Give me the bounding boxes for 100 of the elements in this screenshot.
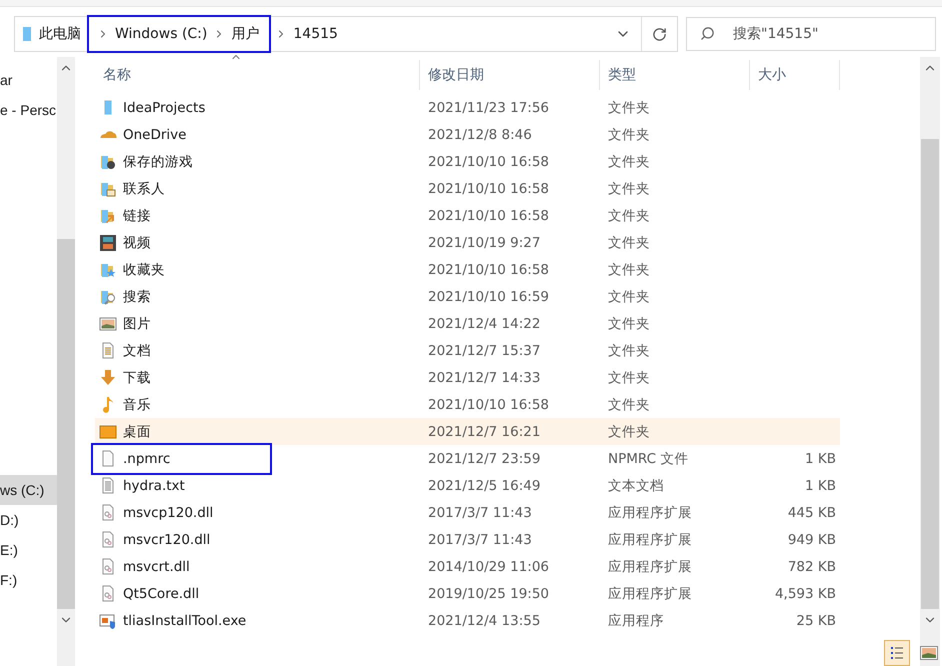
desktop-icon <box>99 422 117 440</box>
date-cell-text: 2021/10/10 16:58 <box>427 208 550 224</box>
folder-icon <box>104 100 112 115</box>
scrollbar[interactable] <box>920 57 940 666</box>
nav-item[interactable]: D:) <box>0 505 57 535</box>
type-cell-text: 文件夹 <box>607 396 651 414</box>
breadcrumb-item[interactable]: 用户 <box>229 25 262 43</box>
search-field[interactable]: 搜索"14515" <box>686 17 936 51</box>
file-row[interactable]: 文档 2021/12/7 15:37 文件夹 <box>95 337 840 364</box>
file-row[interactable]: 图片 2021/12/4 14:22 文件夹 <box>95 310 840 337</box>
file-row[interactable]: .npmrc 2021/12/7 23:59 NPMRC 文件 1 KB <box>95 445 840 472</box>
size-cell-text: 4,593 KB <box>774 586 837 602</box>
type-cell-text: 文件夹 <box>607 314 651 332</box>
downloads-icon <box>99 368 117 386</box>
type-cell-text: 文件夹 <box>607 234 651 252</box>
type-cell-text: 应用程序扩展 <box>607 558 693 576</box>
file-row[interactable]: 音乐 2021/10/10 16:58 文件夹 <box>95 391 840 418</box>
date-cell-text: 2021/12/4 13:55 <box>427 612 542 628</box>
file-row[interactable]: Qt5Core.dll 2019/10/25 19:50 应用程序扩展 4,593 KB <box>95 580 840 607</box>
type-cell-text: 文件夹 <box>607 422 651 440</box>
date-cell-text: 2017/3/7 11:43 <box>427 504 533 520</box>
file-name: tliasInstallTool.exe <box>123 612 246 628</box>
nav-item[interactable]: F:) <box>0 565 57 595</box>
breadcrumb-item[interactable]: 14515 <box>291 26 340 42</box>
column-header[interactable]: 修改日期 <box>420 60 600 90</box>
column-header[interactable]: 名称 <box>95 60 420 90</box>
date-cell-text: 2021/10/10 16:58 <box>427 262 550 278</box>
file-name: msvcp120.dll <box>123 504 214 520</box>
file-row[interactable]: 联系人 2021/10/10 16:58 文件夹 <box>95 175 840 202</box>
date-cell-text: 2021/10/10 16:59 <box>427 288 550 304</box>
file-row[interactable]: 桌面 2021/12/7 16:21 文件夹 <box>95 418 840 445</box>
type-cell-text: 文件夹 <box>607 126 651 144</box>
file-name: Qt5Core.dll <box>123 586 200 602</box>
nav-item[interactable]: ar <box>0 65 57 95</box>
file-name: IdeaProjects <box>123 100 206 116</box>
file-name: 文档 <box>123 342 151 360</box>
date-cell-text: 2021/10/10 16:58 <box>427 180 550 196</box>
details-view-button[interactable] <box>884 640 910 666</box>
date-cell-text: 2021/12/7 14:33 <box>427 370 542 386</box>
date-cell-text: 2021/11/23 17:56 <box>427 100 550 116</box>
file-name: 保存的游戏 <box>123 152 193 170</box>
type-cell-text: 文件夹 <box>607 206 651 224</box>
file-name: 搜索 <box>123 288 151 306</box>
breadcrumb-item[interactable]: 此电脑 <box>37 25 83 43</box>
folder-icon <box>21 26 33 42</box>
list-icon <box>889 645 905 661</box>
date-cell-text: 2017/3/7 11:43 <box>427 532 533 548</box>
file-name: OneDrive <box>123 126 186 142</box>
address-bar[interactable]: 此电脑 Windows (C:) 用户 14515 <box>14 16 678 52</box>
file-name: msvcrt.dll <box>123 558 190 574</box>
type-cell-text: 文件夹 <box>607 180 651 198</box>
file-row[interactable]: 保存的游戏 2021/10/10 16:58 文件夹 <box>95 148 840 175</box>
file-row[interactable]: tliasInstallTool.exe 2021/12/4 13:55 应用程序 25 KB <box>95 607 840 634</box>
date-cell-text: 2019/10/25 19:50 <box>427 586 550 602</box>
file-name: 收藏夹 <box>123 260 165 278</box>
breadcrumb-item[interactable]: Windows (C:) <box>113 26 210 42</box>
file-row[interactable]: IdeaProjects 2021/11/23 17:56 文件夹 <box>95 94 840 121</box>
file-row[interactable]: 下载 2021/12/7 14:33 文件夹 <box>95 364 840 391</box>
type-cell-text: 文件夹 <box>607 260 651 278</box>
date-cell-text: 2021/12/8 8:46 <box>427 126 533 142</box>
file-row[interactable]: 链接 2021/10/10 16:58 文件夹 <box>95 202 840 229</box>
file-row[interactable]: msvcrt.dll 2014/10/29 11:06 应用程序扩展 782 KB <box>95 553 840 580</box>
type-cell-text: 应用程序扩展 <box>607 530 693 548</box>
file-row[interactable]: OneDrive 2021/12/8 8:46 文件夹 <box>95 121 840 148</box>
file-name: 图片 <box>123 314 151 332</box>
date-cell-text: 2014/10/29 11:06 <box>427 558 550 574</box>
file-name: 桌面 <box>123 422 151 440</box>
nav-item[interactable]: e - Persc <box>0 95 57 125</box>
scrollbar[interactable] <box>57 57 75 666</box>
nav-item[interactable]: ws (C:) <box>0 475 57 505</box>
file-name: 联系人 <box>123 180 165 198</box>
size-cell-text: 1 KB <box>804 478 837 494</box>
date-cell-text: 2021/10/10 16:58 <box>427 154 550 170</box>
date-cell-text: 2021/12/7 16:21 <box>427 424 542 440</box>
type-cell-text: 文件夹 <box>607 152 651 170</box>
file-row[interactable]: 视频 2021/10/19 9:27 文件夹 <box>95 229 840 256</box>
column-header[interactable]: 大小 <box>750 60 840 90</box>
file-row[interactable]: hydra.txt 2021/12/5 16:49 文本文档 1 KB <box>95 472 840 499</box>
file-name: 链接 <box>123 206 151 224</box>
file-row[interactable]: msvcp120.dll 2017/3/7 11:43 应用程序扩展 445 KB <box>95 499 840 526</box>
video-icon <box>99 234 117 252</box>
file-row[interactable]: msvcr120.dll 2017/3/7 11:43 应用程序扩展 949 KB <box>95 526 840 553</box>
type-cell-text: 文件夹 <box>607 342 651 360</box>
date-cell-text: 2021/12/5 16:49 <box>427 478 542 494</box>
type-cell-text: 应用程序扩展 <box>607 584 693 602</box>
type-cell-text: NPMRC 文件 <box>607 450 690 468</box>
picture-icon <box>920 646 938 660</box>
column-header[interactable]: 类型 <box>600 60 750 90</box>
size-cell-text: 782 KB <box>786 558 837 574</box>
file-name: 音乐 <box>123 396 151 414</box>
nav-item[interactable]: E:) <box>0 535 57 565</box>
file-row[interactable]: 搜索 2021/10/10 16:59 文件夹 <box>95 283 840 310</box>
size-cell-text: 949 KB <box>786 532 837 548</box>
pictures-icon <box>99 314 117 332</box>
date-cell-text: 2021/10/19 9:27 <box>427 234 542 250</box>
file-name: 下载 <box>123 368 151 386</box>
type-cell-text: 文件夹 <box>607 368 651 386</box>
size-cell-text: 445 KB <box>786 504 837 520</box>
file-row[interactable]: 收藏夹 2021/10/10 16:58 文件夹 <box>95 256 840 283</box>
date-cell-text: 2021/12/4 14:22 <box>427 316 542 332</box>
